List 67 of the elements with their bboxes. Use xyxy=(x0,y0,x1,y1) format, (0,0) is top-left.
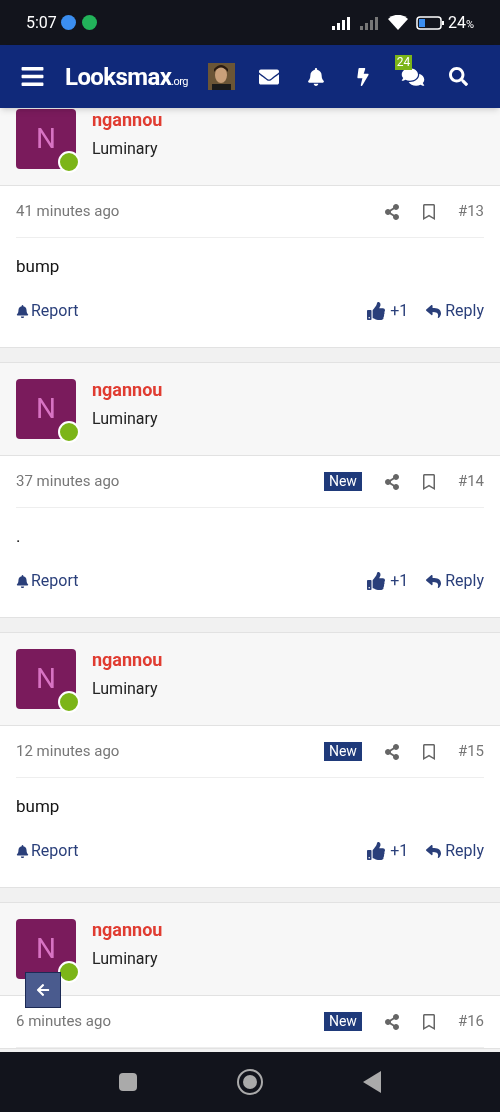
arrow-left-icon xyxy=(36,983,50,997)
bell-icon[interactable] xyxy=(306,67,325,86)
post-number[interactable]: #13 xyxy=(457,200,484,223)
user-rank: Luminary xyxy=(92,678,159,700)
bell-icon xyxy=(16,844,29,858)
user-rank: Luminary xyxy=(92,948,159,970)
status-time: 5:07 xyxy=(26,11,57,34)
app-notification-icon xyxy=(81,15,97,30)
new-badge: New xyxy=(323,742,362,761)
report-button[interactable]: Report xyxy=(16,569,79,593)
like-button[interactable]: +1 xyxy=(367,299,409,323)
thumbs-up-icon xyxy=(367,302,386,320)
username-link[interactable]: ngannou xyxy=(92,379,163,401)
back-nav-button[interactable] xyxy=(363,1071,381,1093)
share-icon[interactable] xyxy=(383,473,400,490)
user-rank: Luminary xyxy=(92,408,159,430)
app-notification-icon xyxy=(60,15,76,30)
share-icon[interactable] xyxy=(383,743,400,760)
site-logo[interactable]: Looksmax.org xyxy=(65,58,188,95)
bookmark-icon[interactable] xyxy=(421,203,436,220)
recent-apps-button[interactable] xyxy=(119,1073,137,1091)
home-button[interactable] xyxy=(237,1069,263,1095)
new-badge: New xyxy=(323,1012,362,1031)
username-link[interactable]: ngannou xyxy=(92,919,163,941)
bell-icon xyxy=(16,574,29,588)
reply-icon xyxy=(426,573,442,589)
reply-icon xyxy=(426,843,442,859)
battery-icon xyxy=(415,15,444,30)
bookmark-icon[interactable] xyxy=(421,473,436,490)
report-button[interactable]: Report xyxy=(16,839,79,863)
thumbs-up-icon xyxy=(367,842,386,860)
reply-button[interactable]: Reply xyxy=(426,569,484,593)
post-body: . xyxy=(16,525,21,549)
bell-icon xyxy=(16,304,29,318)
thumbs-up-icon xyxy=(367,572,386,590)
post-time[interactable]: 12 minutes ago xyxy=(16,740,120,763)
post-time[interactable]: 37 minutes ago xyxy=(16,470,120,493)
report-button[interactable]: Report xyxy=(16,299,79,323)
post-time[interactable]: 6 minutes ago xyxy=(16,1010,111,1033)
post-body: bump xyxy=(16,255,60,279)
reply-button[interactable]: Reply xyxy=(426,299,484,323)
username-link[interactable]: ngannou xyxy=(92,649,163,671)
wifi-icon xyxy=(387,15,408,30)
bookmark-icon[interactable] xyxy=(421,743,436,760)
share-icon[interactable] xyxy=(383,1013,400,1030)
chat-icon[interactable] xyxy=(400,66,425,87)
post-time[interactable]: 41 minutes ago xyxy=(16,200,120,223)
battery-level: 24% xyxy=(447,11,474,34)
notification-badge: 24 xyxy=(394,54,413,70)
new-badge: New xyxy=(323,472,362,491)
reply-icon xyxy=(426,303,442,319)
post-body: bump xyxy=(16,795,60,819)
back-button[interactable] xyxy=(25,972,61,1008)
reply-button[interactable]: Reply xyxy=(426,839,484,863)
like-button[interactable]: +1 xyxy=(367,569,409,593)
username-link[interactable]: ngannou xyxy=(92,109,163,131)
post-number[interactable]: #15 xyxy=(457,740,484,763)
post-number[interactable]: #16 xyxy=(457,1010,484,1033)
user-rank: Luminary xyxy=(92,138,159,160)
bookmark-icon[interactable] xyxy=(421,1013,436,1030)
share-icon[interactable] xyxy=(383,203,400,220)
like-button[interactable]: +1 xyxy=(367,839,409,863)
menu-icon[interactable] xyxy=(20,64,45,89)
lightning-icon[interactable] xyxy=(354,67,371,86)
search-icon[interactable] xyxy=(448,67,468,86)
post-number[interactable]: #14 xyxy=(457,470,484,493)
signal-icon xyxy=(359,15,380,30)
